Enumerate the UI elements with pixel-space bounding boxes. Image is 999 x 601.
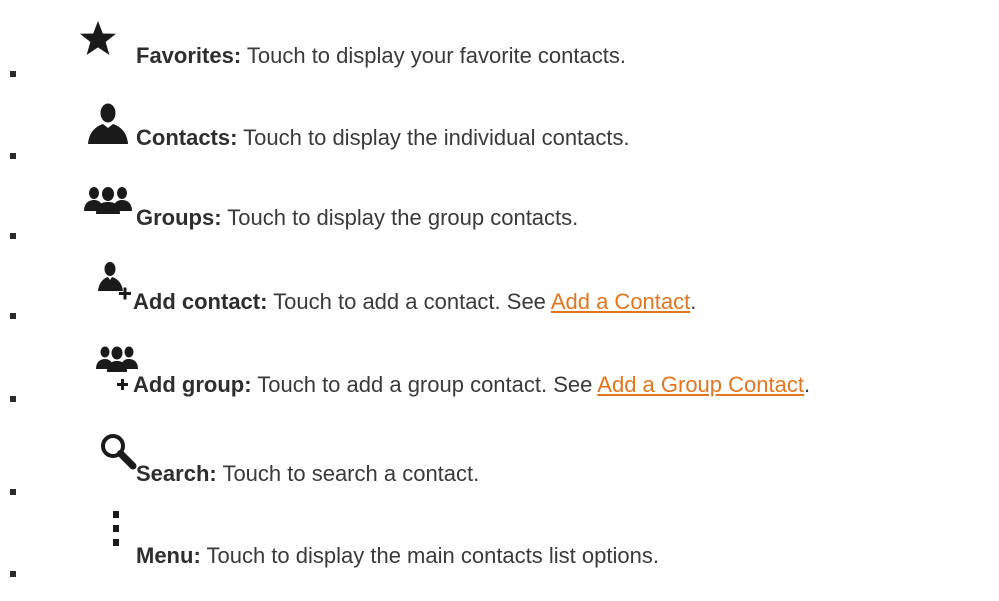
star-icon (80, 21, 116, 55)
add-a-group-contact-link[interactable]: Add a Group Contact (597, 372, 804, 397)
bullet (10, 396, 16, 402)
list-item-add-contact: Add contact: Touch to add a contact. See… (0, 260, 999, 320)
list-item-menu: Menu: Touch to display the main contacts… (0, 510, 999, 577)
menu-text: Menu: Touch to display the main contacts… (136, 543, 659, 568)
add-contact-text: Add contact: Touch to add a contact. See… (133, 289, 697, 314)
group-icon (84, 187, 132, 214)
list-item-add-group: Add group: Touch to add a group contact.… (0, 345, 999, 405)
favorites-text: Favorites: Touch to display your favorit… (136, 43, 626, 68)
groups-text: Groups: Touch to display the group conta… (136, 205, 579, 230)
add-person-icon (98, 262, 131, 300)
search-icon (101, 434, 137, 470)
list-item-contacts: Contacts: Touch to display the individua… (0, 100, 999, 160)
bullet (10, 489, 16, 495)
add-group-text: Add group: Touch to add a group contact.… (133, 372, 811, 397)
contacts-text: Contacts: Touch to display the individua… (136, 125, 630, 150)
bullet (10, 153, 16, 159)
search-text: Search: Touch to search a contact. (136, 461, 480, 486)
list-item-groups: Groups: Touch to display the group conta… (0, 180, 999, 240)
bullet (10, 233, 16, 239)
bullet (10, 71, 16, 77)
list-item-search: Search: Touch to search a contact. (0, 430, 999, 495)
add-a-contact-link[interactable]: Add a Contact (551, 289, 690, 314)
person-icon (88, 103, 128, 144)
bullet (10, 571, 16, 577)
bullet (10, 313, 16, 319)
menu-icon (113, 511, 119, 546)
list-item-favorites: Favorites: Touch to display your favorit… (0, 20, 999, 80)
